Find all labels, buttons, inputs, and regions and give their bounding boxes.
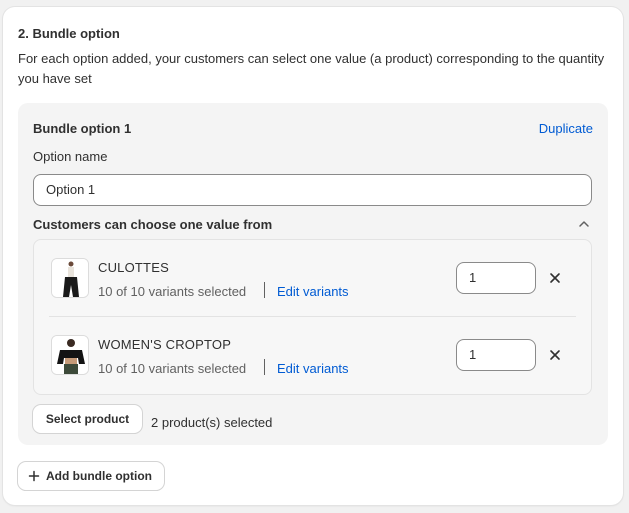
plus-icon	[28, 470, 40, 482]
product-name: CULOTTES	[98, 260, 169, 275]
selected-count: 2 product(s) selected	[151, 415, 273, 430]
add-bundle-option-label: Add bundle option	[46, 469, 152, 483]
add-bundle-option-button[interactable]: Add bundle option	[18, 462, 164, 490]
edit-variants-link[interactable]: Edit variants	[277, 284, 349, 299]
close-icon[interactable]	[548, 348, 562, 362]
option-name-input[interactable]: Option 1	[33, 174, 592, 206]
product-row: WOMEN'S CROPTOP 10 of 10 variants select…	[34, 317, 591, 394]
option-name-label: Option name	[33, 149, 108, 164]
edit-variants-link[interactable]: Edit variants	[277, 361, 349, 376]
separator	[264, 282, 265, 298]
variants-count: 10 of 10 variants selected	[98, 284, 247, 299]
choose-values-label: Customers can choose one value from	[33, 217, 273, 232]
bundle-option-panel: Bundle option 1 Duplicate Option name Op…	[18, 103, 608, 445]
bundle-option-title: Bundle option 1	[33, 121, 132, 136]
culottes-thumbnail	[51, 258, 89, 298]
close-icon[interactable]	[548, 271, 562, 285]
separator	[264, 359, 265, 375]
product-name: WOMEN'S CROPTOP	[98, 337, 232, 352]
product-row: CULOTTES 10 of 10 variants selected Edit…	[34, 240, 591, 317]
section-title: 2. Bundle option	[18, 26, 120, 41]
product-list: CULOTTES 10 of 10 variants selected Edit…	[33, 239, 592, 395]
chevron-up-icon[interactable]	[578, 218, 590, 230]
quantity-input[interactable]: 1	[456, 339, 536, 371]
variants-count: 10 of 10 variants selected	[98, 361, 247, 376]
select-product-button[interactable]: Select product	[33, 405, 142, 433]
croptop-thumbnail	[51, 335, 89, 375]
duplicate-link[interactable]: Duplicate	[539, 121, 593, 136]
section-description: For each option added, your customers ca…	[18, 51, 605, 86]
quantity-input[interactable]: 1	[456, 262, 536, 294]
bundle-option-card: 2. Bundle option For each option added, …	[3, 7, 623, 505]
